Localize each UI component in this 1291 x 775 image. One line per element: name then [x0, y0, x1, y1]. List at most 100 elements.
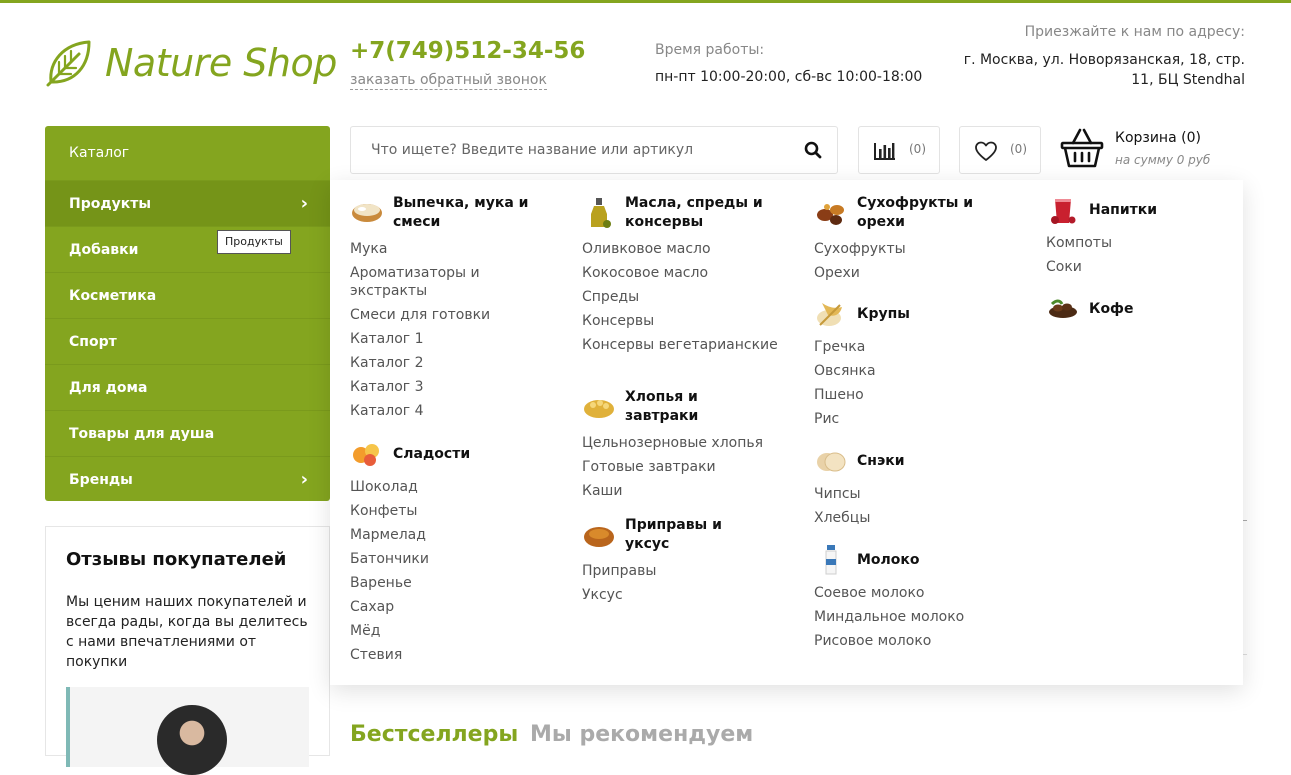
menu-link[interactable]: Гречка	[814, 335, 997, 359]
menu-group: Приправы и уксус Приправы Уксус	[582, 516, 765, 607]
search-icon[interactable]	[803, 140, 823, 160]
favorites-button[interactable]: (0)	[959, 126, 1041, 174]
menu-group-title[interactable]: Сладости	[350, 438, 533, 470]
menu-link[interactable]: Варенье	[350, 571, 533, 595]
menu-link[interactable]: Чипсы	[814, 482, 997, 506]
menu-link[interactable]: Ароматизаторы и экстракты	[350, 261, 550, 303]
menu-link[interactable]: Стевия	[350, 643, 533, 667]
menu-link[interactable]: Каталог 1	[350, 327, 550, 351]
menu-group-title[interactable]: Молоко	[814, 544, 997, 576]
menu-link[interactable]: Пшено	[814, 383, 997, 407]
menu-link[interactable]: Рис	[814, 407, 997, 431]
menu-group-title[interactable]: Хлопья и завтраки	[582, 388, 765, 426]
sidebar-item-home[interactable]: Для дома	[45, 364, 330, 410]
snacks-icon	[814, 445, 848, 477]
sidebar-item-shower[interactable]: Товары для душа	[45, 410, 330, 456]
cart-title[interactable]: Корзина (0)	[1115, 130, 1201, 146]
menu-link[interactable]: Цельнозерновые хлопья	[582, 431, 765, 455]
menu-link[interactable]: Спреды	[582, 285, 778, 309]
menu-link[interactable]: Каталог 2	[350, 351, 550, 375]
tooltip: Продукты	[217, 230, 291, 254]
leaf-logo-icon	[46, 40, 91, 87]
sidebar-item-label: Продукты	[69, 196, 152, 212]
menu-group-title[interactable]: Кофе	[1046, 293, 1229, 325]
menu-link[interactable]: Уксус	[582, 583, 765, 607]
callback-link[interactable]: заказать обратный звонок	[350, 72, 547, 90]
menu-link[interactable]: Сухофрукты	[814, 237, 997, 261]
menu-link[interactable]: Орехи	[814, 261, 997, 285]
menu-group: Выпечка, мука и смеси Мука Ароматизаторы…	[350, 194, 550, 423]
menu-group-title[interactable]: Снэки	[814, 445, 997, 477]
menu-group-title[interactable]: Выпечка, мука и смеси	[350, 194, 550, 232]
menu-link[interactable]: Каталог 4	[350, 399, 550, 423]
cart-subtitle: на сумму 0 руб	[1115, 153, 1211, 167]
menu-group: Сладости Шоколад Конфеты Мармелад Батонч…	[350, 438, 533, 667]
mega-menu: Выпечка, мука и смеси Мука Ароматизаторы…	[330, 180, 1243, 685]
menu-group: Напитки Компоты Соки	[1046, 194, 1229, 279]
menu-link[interactable]: Компоты	[1046, 231, 1229, 255]
menu-link[interactable]: Мёд	[350, 619, 533, 643]
dried-fruits-icon	[814, 197, 848, 229]
catalog-title[interactable]: Каталог	[45, 126, 330, 180]
menu-link[interactable]: Рисовое молоко	[814, 629, 997, 653]
compare-button[interactable]: (0)	[858, 126, 940, 174]
menu-link[interactable]: Соки	[1046, 255, 1229, 279]
menu-link[interactable]: Консервы	[582, 309, 778, 333]
basket-icon[interactable]	[1060, 126, 1104, 170]
menu-link[interactable]: Миндальное молоко	[814, 605, 997, 629]
menu-link[interactable]: Овсянка	[814, 359, 997, 383]
phone-number[interactable]: +7(749)512-34-56	[350, 38, 585, 64]
menu-link[interactable]: Батончики	[350, 547, 533, 571]
menu-group-title[interactable]: Приправы и уксус	[582, 516, 765, 554]
sidebar-item-label: Добавки	[69, 242, 139, 258]
sidebar-item-products[interactable]: Продукты ›	[45, 180, 330, 226]
sidebar-item-cosmetics[interactable]: Косметика	[45, 272, 330, 318]
menu-group-title[interactable]: Масла, спреды и консервы	[582, 194, 778, 232]
menu-group-title[interactable]: Сухофрукты и орехи	[814, 194, 997, 232]
menu-link[interactable]: Каши	[582, 479, 765, 503]
menu-link[interactable]: Конфеты	[350, 499, 533, 523]
menu-group: Сухофрукты и орехи Сухофрукты Орехи	[814, 194, 997, 285]
sidebar-item-sport[interactable]: Спорт	[45, 318, 330, 364]
logo-text: Nature Shop	[105, 41, 337, 85]
menu-group-title[interactable]: Напитки	[1046, 194, 1229, 226]
menu-link[interactable]: Кокосовое масло	[582, 261, 778, 285]
menu-link[interactable]: Смеси для готовки	[350, 303, 550, 327]
menu-group-title[interactable]: Крупы	[814, 298, 997, 330]
menu-link[interactable]: Шоколад	[350, 475, 533, 499]
search-input[interactable]	[351, 127, 791, 173]
reviews-title: Отзывы покупателей	[66, 549, 287, 570]
tab-bestsellers[interactable]: Бестселлеры	[350, 722, 518, 747]
menu-link[interactable]: Каталог 3	[350, 375, 550, 399]
menu-group: Хлопья и завтраки Цельнозерновые хлопья …	[582, 388, 765, 503]
menu-link[interactable]: Соевое молоко	[814, 581, 997, 605]
menu-link[interactable]: Мармелад	[350, 523, 533, 547]
cereal-icon	[582, 391, 616, 423]
reviews-text: Мы ценим наших покупателей и всегда рады…	[66, 594, 308, 670]
menu-link[interactable]: Мука	[350, 237, 550, 261]
sidebar-item-label: Спорт	[69, 334, 117, 350]
drink-glass-icon	[1046, 194, 1080, 226]
hours-value: пн-пт 10:00-20:00, сб-вс 10:00-18:00	[655, 69, 923, 85]
favorites-count: (0)	[1010, 142, 1027, 156]
search-box	[350, 126, 838, 174]
menu-link[interactable]: Консервы вегетарианские	[582, 333, 778, 357]
menu-link[interactable]: Хлебцы	[814, 506, 997, 530]
avatar	[157, 705, 227, 775]
menu-link[interactable]: Сахар	[350, 595, 533, 619]
menu-link[interactable]: Приправы	[582, 559, 765, 583]
chevron-right-icon: ›	[300, 193, 308, 214]
review-card	[66, 687, 309, 775]
heart-icon	[975, 141, 997, 161]
sidebar-item-label: Бренды	[69, 472, 133, 488]
menu-link[interactable]: Готовые завтраки	[582, 455, 765, 479]
sidebar-item-label: Для дома	[69, 380, 148, 396]
menu-group: Молоко Соевое молоко Миндальное молоко Р…	[814, 544, 997, 653]
sidebar-item-brands[interactable]: Бренды ›	[45, 456, 330, 502]
tab-recommended[interactable]: Мы рекомендуем	[530, 722, 753, 747]
hours-label: Время работы:	[655, 42, 765, 58]
menu-link[interactable]: Оливковое масло	[582, 237, 778, 261]
menu-group: Масла, спреды и консервы Оливковое масло…	[582, 194, 778, 357]
milk-bottle-icon	[814, 544, 848, 576]
logo[interactable]: Nature Shop	[45, 38, 337, 88]
